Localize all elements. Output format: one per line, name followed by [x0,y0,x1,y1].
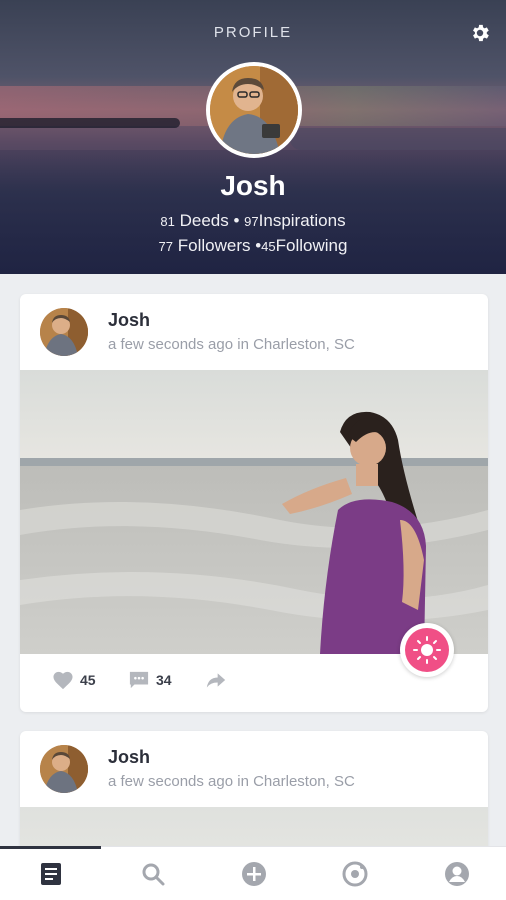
feed-icon[interactable] [36,859,66,889]
post-author-name[interactable]: Josh [108,310,150,331]
post-meta: a few seconds ago in Charleston, SC [108,773,355,790]
inspire-button-fill [405,628,449,672]
avatar[interactable] [206,62,302,158]
deeds-label[interactable]: Deeds [180,211,229,230]
post-author-name[interactable]: Josh [108,747,150,768]
profile-header: PROFILE Josh 81 Deeds • 97Inspirations 7… [0,0,506,274]
followers-label[interactable]: Followers [178,236,251,255]
comment-icon [129,671,149,689]
gear-icon[interactable] [469,22,491,44]
comment-count: 34 [156,672,172,688]
page-title: PROFILE [213,24,293,41]
target-icon[interactable] [340,859,370,889]
avatar-photo [210,66,298,154]
bottom-nav [0,846,506,900]
post-photo-image [20,370,488,654]
like-count: 45 [80,672,96,688]
header-background-shore [0,118,180,128]
inspirations-count: 97 [244,214,259,229]
post-photo[interactable] [20,370,488,654]
inspirations-label[interactable]: Inspirations [259,211,346,230]
post-author-avatar[interactable] [40,745,88,793]
comment-button[interactable]: 34 [128,668,172,692]
post-author-avatar[interactable] [40,308,88,356]
following-label[interactable]: Following [276,236,348,255]
header-background-wave [290,128,506,150]
followers-count: 77 [158,239,173,254]
post-meta: a few seconds ago in Charleston, SC [108,336,355,353]
stats-row-follow: 77 Followers •45Following [0,236,506,256]
deeds-count: 81 [160,214,175,229]
share-icon [206,673,226,688]
inspire-button[interactable] [400,623,454,677]
following-count: 45 [261,239,276,254]
profile-name: Josh [220,170,286,201]
nav-active-indicator [0,846,101,849]
profile-icon[interactable] [442,859,472,889]
heart-icon [53,671,73,690]
stats-separator: • [233,211,240,230]
add-icon[interactable] [239,859,269,889]
avatar-photo [40,308,88,356]
avatar-photo [40,745,88,793]
search-icon[interactable] [138,859,168,889]
share-button[interactable] [206,668,226,692]
like-button[interactable]: 45 [52,668,96,692]
stats-row-deeds: 81 Deeds • 97Inspirations [0,211,506,231]
sun-icon [413,636,441,664]
